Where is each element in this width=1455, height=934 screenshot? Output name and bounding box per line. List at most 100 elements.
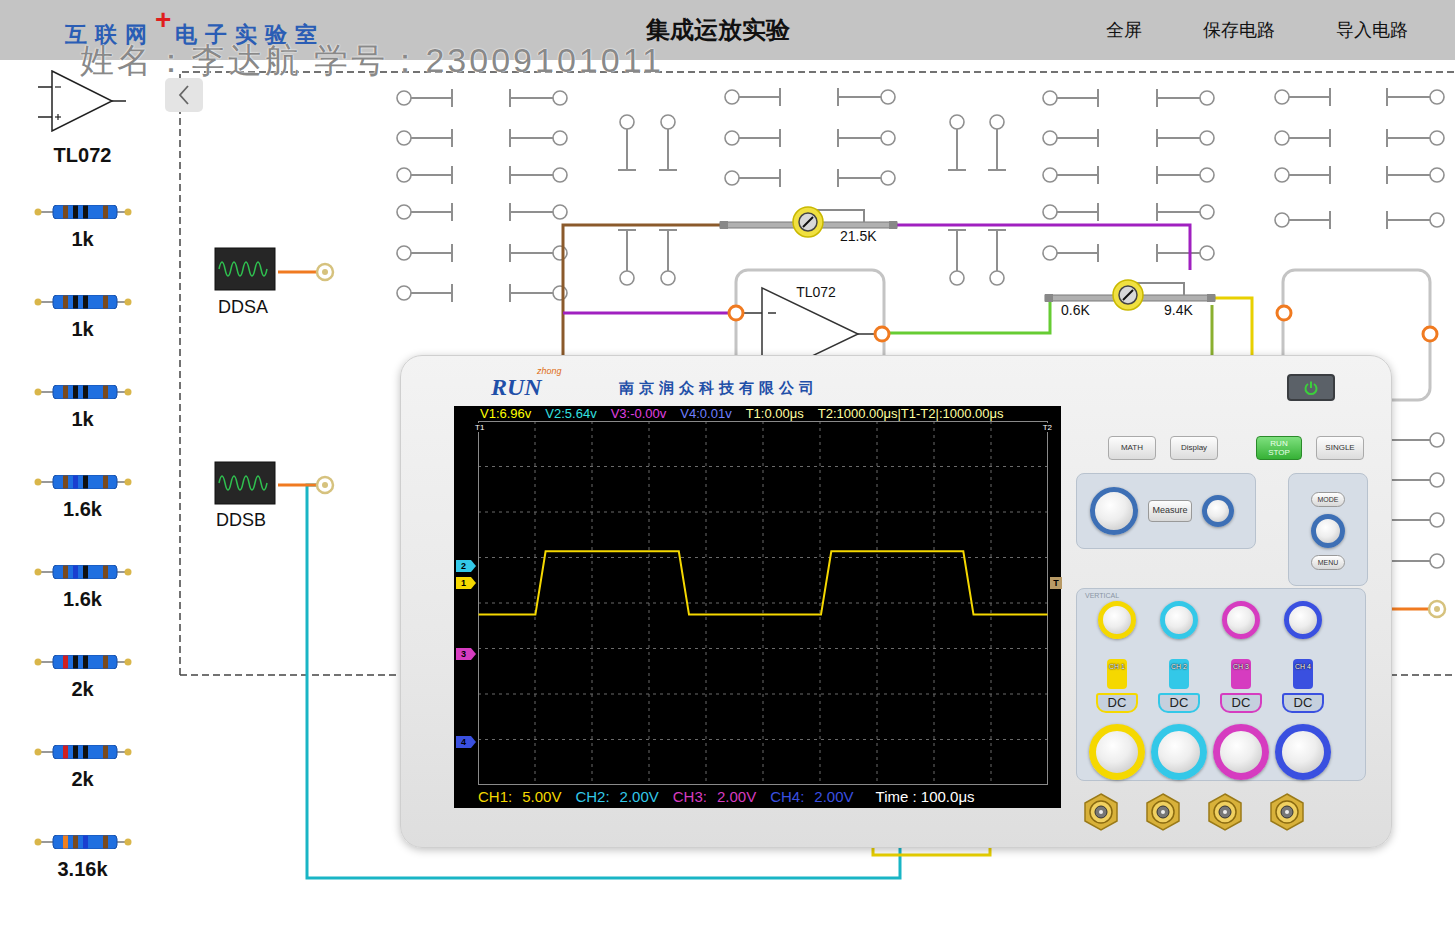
- terminal-pin[interactable]: [948, 230, 966, 285]
- channel-marker[interactable]: 1: [456, 577, 471, 589]
- terminal-pin[interactable]: [510, 166, 567, 184]
- mode-button[interactable]: MODE: [1311, 492, 1345, 507]
- terminal-pin[interactable]: [397, 129, 452, 147]
- terminal-pin[interactable]: [725, 169, 780, 187]
- terminal-pin[interactable]: [1043, 89, 1098, 107]
- terminal-pin[interactable]: [397, 203, 452, 221]
- terminal-pin[interactable]: [659, 230, 677, 285]
- time-cursor[interactable]: T1: [474, 423, 485, 432]
- terminal-pin[interactable]: [1387, 431, 1444, 449]
- terminal-pin[interactable]: [988, 230, 1006, 285]
- channel-button[interactable]: CH 3: [1231, 659, 1251, 689]
- terminal-pin[interactable]: [1275, 129, 1330, 147]
- scope-button[interactable]: RUN STOP: [1256, 436, 1302, 460]
- terminal-pin[interactable]: [618, 230, 636, 285]
- terminal-pin[interactable]: [1387, 166, 1444, 184]
- coupling-label[interactable]: DC: [1282, 693, 1324, 713]
- volts-knob[interactable]: [1275, 724, 1331, 780]
- position-knob[interactable]: [1284, 601, 1322, 639]
- terminal-pin[interactable]: [397, 284, 452, 302]
- terminal-pin[interactable]: [510, 284, 567, 302]
- bnc-connector-icon[interactable]: [1269, 793, 1305, 833]
- scope-button[interactable]: MATH: [1108, 436, 1156, 460]
- potentiometer-knob[interactable]: [793, 207, 823, 237]
- component-item[interactable]: 2k: [0, 655, 165, 745]
- channel-marker[interactable]: 4: [456, 736, 471, 748]
- channel-marker[interactable]: 3: [456, 648, 471, 660]
- component-item[interactable]: TL072: [0, 70, 165, 205]
- scope-button[interactable]: SINGLE: [1316, 436, 1364, 460]
- terminal-pin[interactable]: [1043, 203, 1098, 221]
- component-item[interactable]: 1k: [0, 385, 165, 475]
- trigger-marker[interactable]: T: [1050, 577, 1062, 589]
- terminal-pin[interactable]: [948, 115, 966, 170]
- header-link[interactable]: 全屏: [1106, 17, 1142, 44]
- potentiometer-knob[interactable]: [1113, 280, 1143, 310]
- site-logo[interactable]: 互联网+电子实验室: [0, 10, 430, 51]
- scope-button[interactable]: Display: [1170, 436, 1218, 460]
- terminal-pin[interactable]: [397, 89, 452, 107]
- wire[interactable]: [278, 484, 317, 487]
- component-item[interactable]: 3.16k: [0, 835, 165, 925]
- coupling-label[interactable]: DC: [1096, 693, 1138, 713]
- oscilloscope[interactable]: RUNzhong南京润众科技有限公司V1:6.96vV2:5.64vV3:-0.…: [400, 355, 1392, 848]
- channel-marker[interactable]: 2: [456, 560, 471, 572]
- terminal-pin[interactable]: [618, 115, 636, 170]
- terminal-pin[interactable]: [1275, 211, 1330, 229]
- time-cursor[interactable]: T2: [1042, 423, 1053, 432]
- terminal-pin[interactable]: [1043, 129, 1098, 147]
- wire[interactable]: [563, 312, 728, 315]
- terminal-pin[interactable]: [725, 129, 780, 147]
- bnc-connector-icon[interactable]: [1145, 793, 1181, 833]
- position-knob[interactable]: [1098, 601, 1136, 639]
- position-knob[interactable]: [1222, 601, 1260, 639]
- terminal-pin[interactable]: [1387, 552, 1444, 570]
- terminal-pin[interactable]: [988, 115, 1006, 170]
- signal-generator-icon[interactable]: [215, 248, 275, 290]
- output-terminal[interactable]: [317, 264, 333, 280]
- component-item[interactable]: 1k: [0, 295, 165, 385]
- terminal-pin[interactable]: [1387, 471, 1444, 489]
- terminal-pin[interactable]: [1387, 88, 1444, 106]
- terminal-pin[interactable]: [838, 169, 895, 187]
- header-link[interactable]: 保存电路: [1203, 17, 1275, 44]
- bnc-connector-icon[interactable]: [1207, 793, 1243, 833]
- wire[interactable]: [278, 271, 317, 274]
- volts-knob[interactable]: [1151, 724, 1207, 780]
- power-button[interactable]: [1287, 374, 1335, 401]
- header-link[interactable]: 导入电路: [1336, 17, 1408, 44]
- terminal-pin[interactable]: [1043, 166, 1098, 184]
- terminal-pin[interactable]: [397, 166, 452, 184]
- output-terminal[interactable]: [317, 477, 333, 493]
- terminal-pin[interactable]: [510, 203, 567, 221]
- terminal-pin[interactable]: [838, 88, 895, 106]
- component-item[interactable]: 1.6k: [0, 475, 165, 565]
- channel-button[interactable]: CH 1: [1107, 659, 1127, 689]
- horizontal-position-knob[interactable]: [1202, 495, 1234, 527]
- trigger-level-knob[interactable]: [1311, 514, 1345, 548]
- signal-generator-icon[interactable]: [215, 462, 275, 504]
- position-knob[interactable]: [1160, 601, 1198, 639]
- wire[interactable]: [890, 300, 1050, 333]
- terminal-pin[interactable]: [1157, 89, 1214, 107]
- bnc-connector-icon[interactable]: [1083, 793, 1119, 833]
- terminal-pin[interactable]: [1157, 129, 1214, 147]
- component-item[interactable]: 2k: [0, 745, 165, 835]
- channel-button[interactable]: CH 2: [1169, 659, 1189, 689]
- terminal-pin[interactable]: [510, 244, 567, 262]
- wire[interactable]: [1211, 305, 1214, 360]
- coupling-label[interactable]: DC: [1220, 693, 1262, 713]
- wire[interactable]: [1390, 608, 1429, 611]
- component-item[interactable]: 1.6k: [0, 565, 165, 655]
- terminal-pin[interactable]: [1387, 129, 1444, 147]
- volts-knob[interactable]: [1213, 724, 1269, 780]
- wire[interactable]: [1215, 298, 1252, 360]
- terminal-pin[interactable]: [838, 129, 895, 147]
- terminal-pin[interactable]: [510, 89, 567, 107]
- horizontal-scale-knob[interactable]: [1090, 487, 1138, 535]
- terminal-pin[interactable]: [1157, 166, 1214, 184]
- terminal-pin[interactable]: [1275, 166, 1330, 184]
- terminal-pin[interactable]: [1043, 244, 1098, 262]
- menu-button[interactable]: MENU: [1311, 555, 1345, 570]
- wire[interactable]: [897, 225, 1190, 270]
